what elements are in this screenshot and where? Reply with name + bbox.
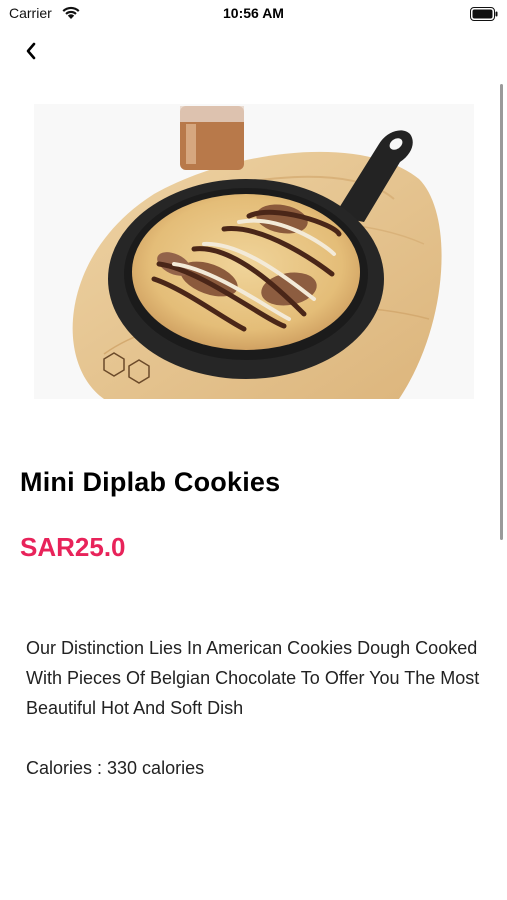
product-image <box>34 104 474 399</box>
battery-icon <box>470 7 498 26</box>
product-description: Our Distinction Lies In American Cookies… <box>26 603 491 783</box>
description-text: Our Distinction Lies In American Cookies… <box>26 638 480 718</box>
scrollbar[interactable] <box>500 84 503 540</box>
calories-text: Calories : 330 calories <box>26 758 205 778</box>
chevron-left-icon <box>25 42 37 65</box>
product-title: Mini Diplab Cookies <box>20 467 281 497</box>
product-price: SAR25.0 <box>20 532 126 562</box>
status-bar: Carrier 10:56 AM <box>0 0 507 28</box>
back-button[interactable] <box>18 40 44 66</box>
clock: 10:56 AM <box>223 5 284 21</box>
